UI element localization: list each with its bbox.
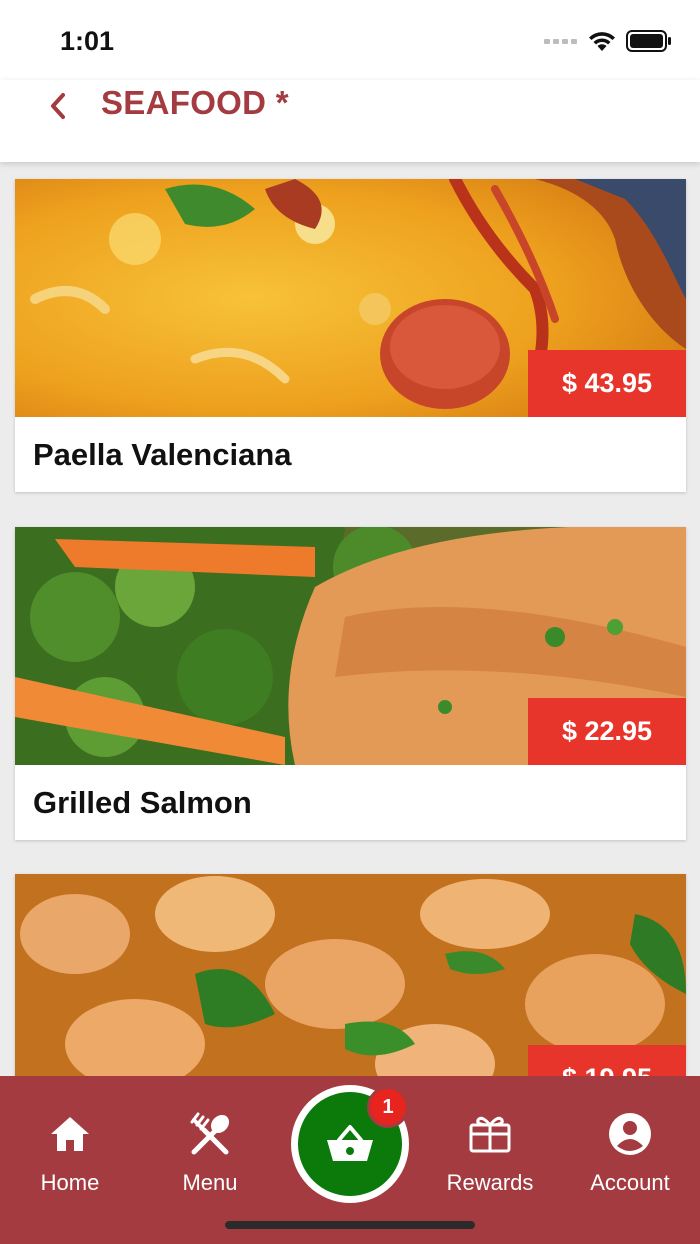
tab-home[interactable]: Home xyxy=(0,1112,140,1202)
basket-icon xyxy=(327,1125,373,1161)
price-badge: $ 43.95 xyxy=(528,350,686,417)
menu-item-card[interactable]: $ 22.95 Grilled Salmon xyxy=(15,527,686,840)
menu-item-name: Grilled Salmon xyxy=(33,784,252,820)
page-title: SEAFOOD * xyxy=(101,84,289,121)
fork-spoon-icon xyxy=(188,1112,232,1156)
gift-icon xyxy=(468,1112,512,1156)
status-icons xyxy=(544,30,672,52)
tab-menu[interactable]: Menu xyxy=(140,1112,280,1202)
menu-item-image: $ 43.95 xyxy=(15,179,686,417)
home-indicator xyxy=(225,1221,475,1229)
bottom-tab-bar: Home Menu Rewards Account xyxy=(0,1076,700,1244)
account-icon xyxy=(608,1112,652,1156)
menu-item-name: Paella Valenciana xyxy=(33,436,292,472)
tab-account[interactable]: Account xyxy=(560,1112,700,1202)
menu-item-card[interactable]: $ 43.95 Paella Valenciana xyxy=(15,179,686,492)
menu-item-image: $ 19.95 xyxy=(15,874,686,1076)
cellular-signal-icon xyxy=(544,39,577,44)
back-button[interactable] xyxy=(38,84,78,128)
status-time: 1:01 xyxy=(60,26,115,56)
chevron-left-icon xyxy=(51,93,65,119)
menu-item-card[interactable]: $ 19.95 xyxy=(15,874,686,1076)
price-badge: $ 19.95 xyxy=(528,1045,686,1076)
status-bar: 1:01 xyxy=(0,0,700,80)
tab-account-label: Account xyxy=(590,1170,670,1195)
cart-count-badge: 1 xyxy=(367,1086,409,1128)
tab-home-label: Home xyxy=(40,1170,100,1195)
tab-rewards[interactable]: Rewards xyxy=(420,1112,560,1202)
menu-item-list[interactable]: $ 43.95 Paella Valenciana $ 22.95 Grille… xyxy=(0,162,700,1076)
price-badge: $ 22.95 xyxy=(528,698,686,765)
menu-item-image: $ 22.95 xyxy=(15,527,686,765)
wifi-icon xyxy=(589,32,615,51)
header: SEAFOOD * xyxy=(0,80,700,162)
battery-icon xyxy=(626,30,671,52)
home-icon xyxy=(49,1112,91,1156)
tab-menu-label: Menu xyxy=(182,1170,238,1195)
tab-rewards-label: Rewards xyxy=(446,1170,534,1195)
